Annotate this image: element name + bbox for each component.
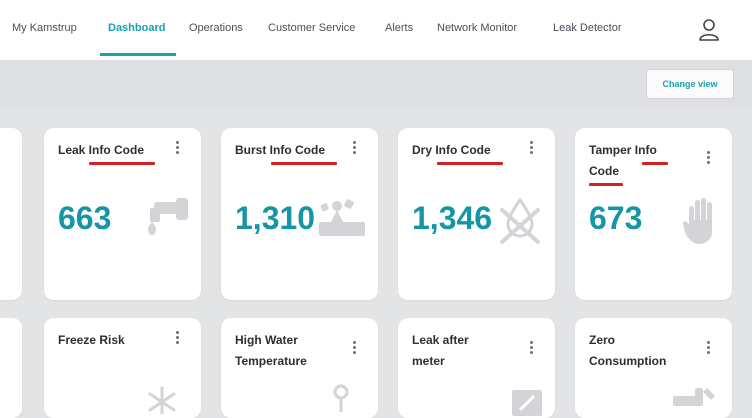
card-leak-after-meter[interactable]: Leak after meter bbox=[398, 318, 555, 418]
card-high-water-temperature[interactable]: High Water Temperature bbox=[221, 318, 378, 418]
card-freeze-risk[interactable]: Freeze Risk bbox=[44, 318, 201, 418]
card-value: 663 bbox=[58, 200, 112, 236]
card-title: High Water Temperature bbox=[235, 333, 307, 368]
annotation-underline bbox=[589, 183, 623, 186]
more-options-icon[interactable] bbox=[526, 338, 536, 356]
card-dry-info-code[interactable]: Dry Info Code 1,346 bbox=[398, 128, 555, 300]
partial-card-left bbox=[0, 128, 22, 300]
card-title: Leak Info Code bbox=[58, 143, 145, 157]
card-leak-info-code[interactable]: Leak Info Code 663 bbox=[44, 128, 201, 300]
snowflake-icon bbox=[148, 386, 176, 414]
dry-drop-icon bbox=[500, 197, 540, 244]
annotation-underline bbox=[89, 162, 155, 165]
more-options-icon[interactable] bbox=[703, 148, 713, 166]
nav-dashboard[interactable]: Dashboard bbox=[108, 22, 165, 34]
user-icon[interactable] bbox=[698, 18, 720, 42]
meter-leak-icon bbox=[512, 390, 542, 416]
nav-alerts[interactable]: Alerts bbox=[385, 22, 413, 34]
more-options-icon[interactable] bbox=[703, 338, 713, 356]
card-zero-consumption[interactable]: Zero Consumption bbox=[575, 318, 732, 418]
card-tamper-info-code[interactable]: Tamper Info Code 673 bbox=[575, 128, 732, 300]
card-burst-info-code[interactable]: Burst Info Code 1,310 bbox=[221, 128, 378, 300]
annotation-underline bbox=[642, 162, 668, 165]
zero-flow-icon bbox=[673, 388, 715, 406]
card-title: Dry Info Code bbox=[412, 143, 491, 157]
card-title: Zero Consumption bbox=[589, 333, 667, 368]
hand-icon bbox=[682, 198, 712, 244]
partial-card-left-bottom bbox=[0, 318, 22, 418]
nav-my-kamstrup[interactable]: My Kamstrup bbox=[12, 22, 77, 34]
card-title: Freeze Risk bbox=[58, 333, 125, 347]
active-tab-indicator bbox=[100, 53, 176, 56]
annotation-underline bbox=[271, 162, 337, 165]
annotation-underline bbox=[437, 162, 503, 165]
more-options-icon[interactable] bbox=[172, 138, 182, 156]
card-title: Leak after meter bbox=[412, 333, 469, 368]
burst-pipe-icon bbox=[319, 199, 365, 236]
nav-leak-detector[interactable]: Leak Detector bbox=[553, 22, 621, 34]
more-options-icon[interactable] bbox=[172, 328, 182, 346]
more-options-icon[interactable] bbox=[349, 338, 359, 356]
more-options-icon[interactable] bbox=[526, 138, 536, 156]
card-value: 1,310 bbox=[235, 200, 316, 236]
card-title: Burst Info Code bbox=[235, 143, 325, 157]
thermometer-icon bbox=[333, 384, 349, 412]
card-value: 1,346 bbox=[412, 200, 493, 236]
nav-network-monitor[interactable]: Network Monitor bbox=[437, 22, 517, 34]
more-options-icon[interactable] bbox=[349, 138, 359, 156]
card-title: Tamper Info Code bbox=[589, 143, 657, 178]
nav-customer-service[interactable]: Customer Service bbox=[268, 22, 355, 34]
card-value: 673 bbox=[589, 200, 643, 236]
top-nav-bar: My Kamstrup Dashboard Operations Custome… bbox=[0, 0, 752, 61]
dashboard-toolbar bbox=[0, 61, 752, 109]
nav-operations[interactable]: Operations bbox=[189, 22, 243, 34]
change-view-button[interactable]: Change view bbox=[646, 69, 734, 99]
faucet-drop-icon bbox=[148, 198, 188, 235]
